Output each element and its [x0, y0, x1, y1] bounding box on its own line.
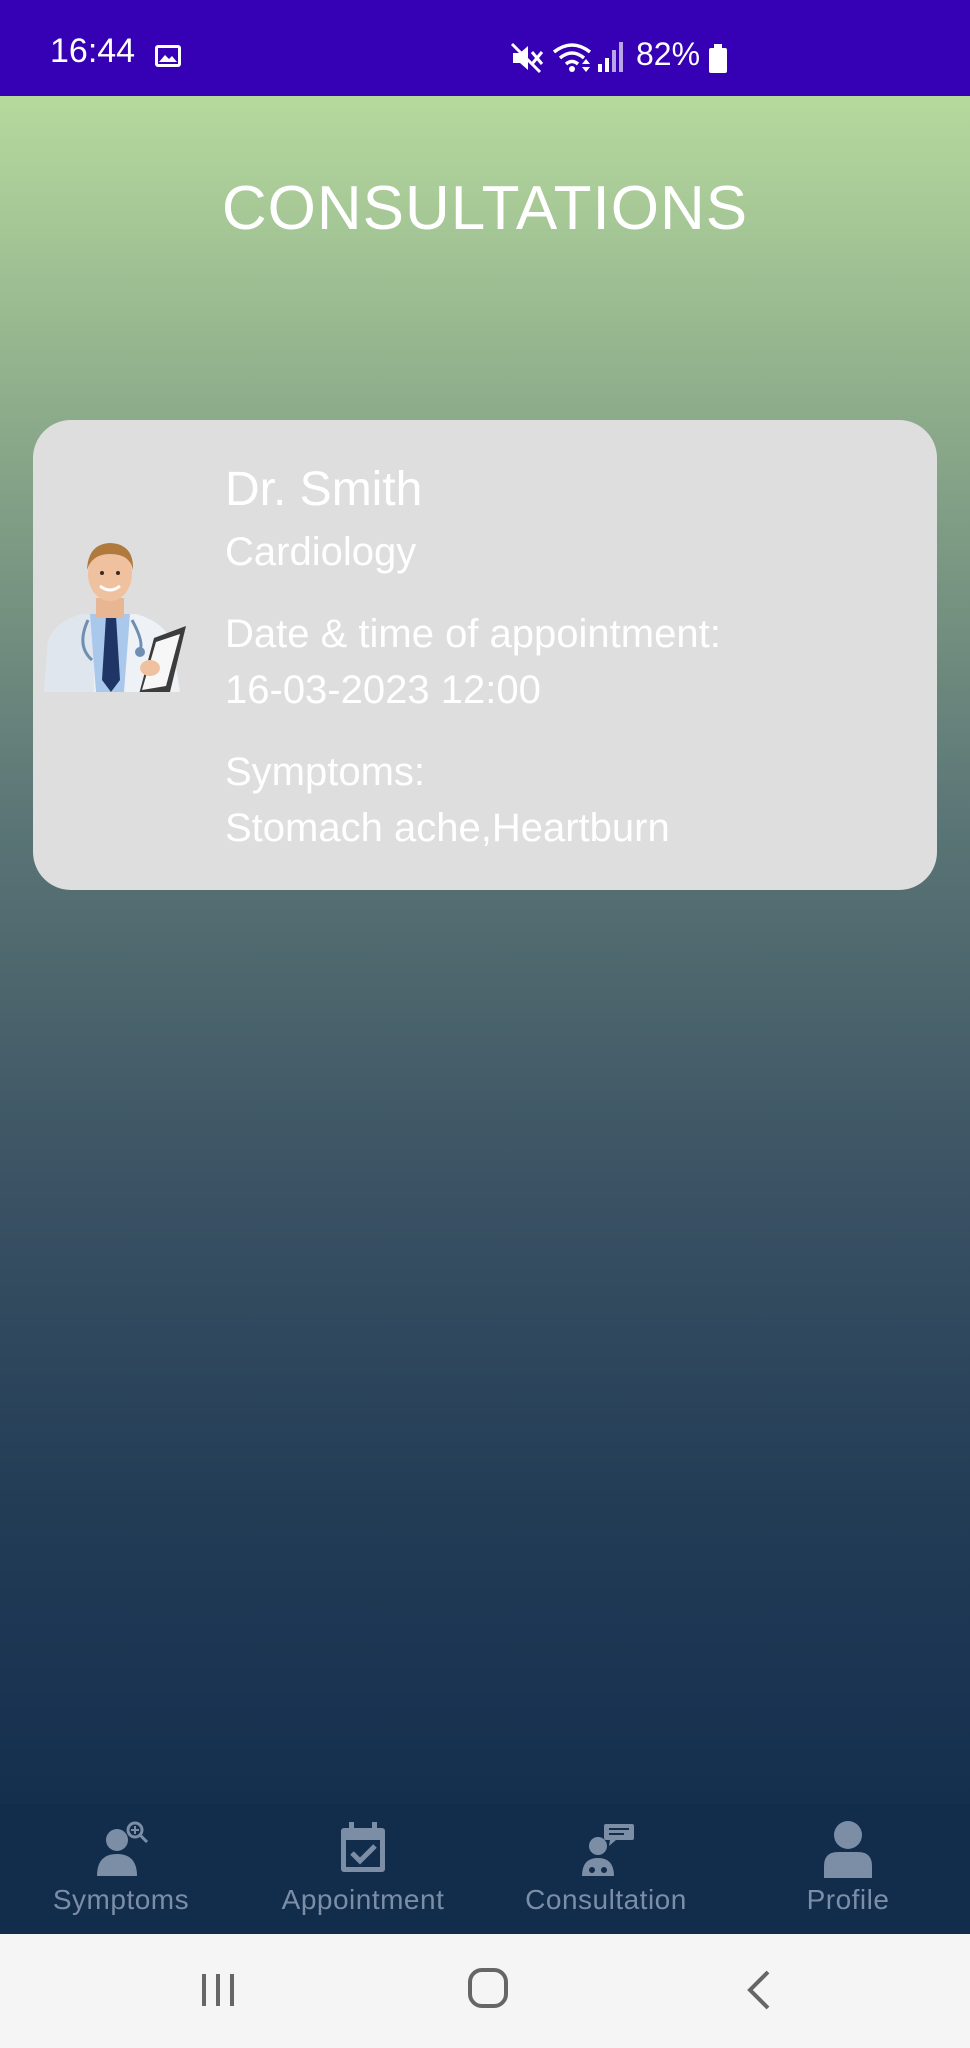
nav-label-symptoms: Symptoms: [52, 1884, 190, 1915]
nav-label-appointment: Appointment: [281, 1884, 445, 1915]
nav-item-consultation[interactable]: Consultation: [485, 1804, 727, 1934]
nav-label-consultation: Consultation: [525, 1884, 687, 1915]
back-icon[interactable]: [740, 1968, 780, 2012]
status-time: 16:44: [50, 32, 136, 70]
bottom-navigation: Symptoms Appointment Consultation Profil…: [0, 1804, 970, 1934]
doctor-name: Dr. Smith: [225, 463, 423, 516]
home-icon[interactable]: [466, 1966, 510, 2010]
recents-icon[interactable]: [196, 1970, 240, 2010]
mute-icon: [510, 42, 544, 74]
doctor-chat-icon: [582, 1824, 634, 1876]
nav-label-profile: Profile: [806, 1884, 890, 1915]
image-notification-icon: [155, 45, 181, 67]
nav-item-symptoms[interactable]: Symptoms: [0, 1804, 242, 1934]
doctor-photo: [44, 543, 186, 692]
person-icon: [824, 1821, 872, 1878]
status-bar: 16:44 82%: [0, 0, 970, 96]
nav-item-profile[interactable]: Profile: [727, 1804, 969, 1934]
symptoms-value: Stomach ache,Heartburn: [225, 806, 670, 850]
system-navigation-bar: [0, 1934, 970, 2048]
page-title: CONSULTATIONS: [221, 174, 749, 243]
doctor-specialty: Cardiology: [225, 530, 417, 574]
signal-icon: [598, 42, 623, 72]
appointment-label: Date & time of appointment:: [225, 612, 721, 656]
battery-icon: [709, 44, 727, 73]
symptoms-label: Symptoms:: [225, 750, 426, 794]
main-content: [0, 96, 970, 1804]
wifi-icon: [552, 43, 592, 72]
appointment-datetime: 16-03-2023 12:00: [225, 668, 541, 712]
battery-percentage: 82%: [636, 36, 701, 72]
person-search-icon: [97, 1821, 149, 1876]
calendar-check-icon: [341, 1822, 385, 1872]
nav-item-appointment[interactable]: Appointment: [242, 1804, 484, 1934]
